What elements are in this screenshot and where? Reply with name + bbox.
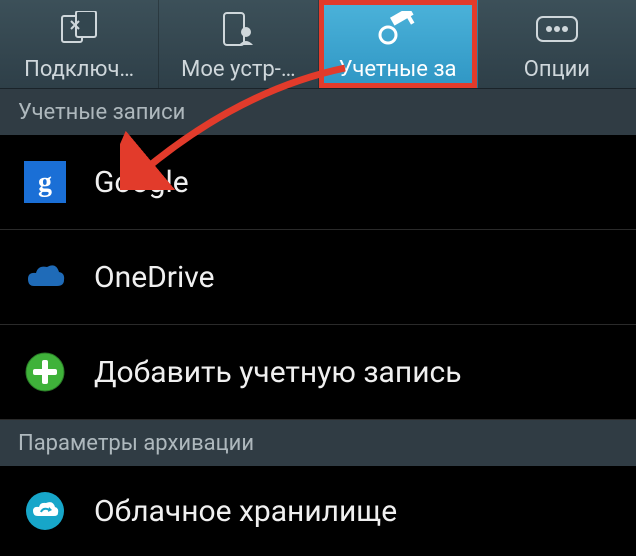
cloud-sync-icon xyxy=(24,490,66,532)
tab-label: Подключ… xyxy=(22,58,136,82)
tab-label: Мое устр-… xyxy=(179,58,297,82)
google-icon: g xyxy=(24,161,66,203)
accounts-key-icon xyxy=(319,0,477,58)
section-header-text: Параметры архивации xyxy=(18,431,254,456)
row-label: Google xyxy=(94,165,189,200)
onedrive-icon xyxy=(24,256,66,298)
my-device-icon xyxy=(159,0,317,58)
section-header-text: Учетные записи xyxy=(18,100,185,125)
tab-accounts[interactable]: Учетные за xyxy=(319,0,478,88)
account-row-onedrive[interactable]: OneDrive xyxy=(0,230,636,325)
tab-label: Учетные за xyxy=(337,58,459,82)
svg-text:g: g xyxy=(38,167,52,198)
row-label: OneDrive xyxy=(94,260,215,295)
connections-icon xyxy=(0,0,158,58)
add-account-row[interactable]: Добавить учетную запись xyxy=(0,325,636,420)
add-icon xyxy=(24,351,66,393)
tab-options[interactable]: Опции xyxy=(478,0,636,88)
row-label: Добавить учетную запись xyxy=(94,355,462,390)
settings-tabbar: Подключ… Мое устр-… Учетные за xyxy=(0,0,636,89)
tab-connections[interactable]: Подключ… xyxy=(0,0,159,88)
cloud-storage-row[interactable]: Облачное хранилище xyxy=(0,466,636,556)
row-label: Облачное хранилище xyxy=(94,494,397,529)
tab-my-device[interactable]: Мое устр-… xyxy=(159,0,318,88)
settings-screen: Подключ… Мое устр-… Учетные за xyxy=(0,0,636,556)
options-more-icon xyxy=(478,0,636,58)
section-header-backup: Параметры архивации xyxy=(0,420,636,466)
account-row-google[interactable]: g Google xyxy=(0,135,636,230)
section-header-accounts: Учетные записи xyxy=(0,89,636,135)
tab-label: Опции xyxy=(522,58,592,82)
